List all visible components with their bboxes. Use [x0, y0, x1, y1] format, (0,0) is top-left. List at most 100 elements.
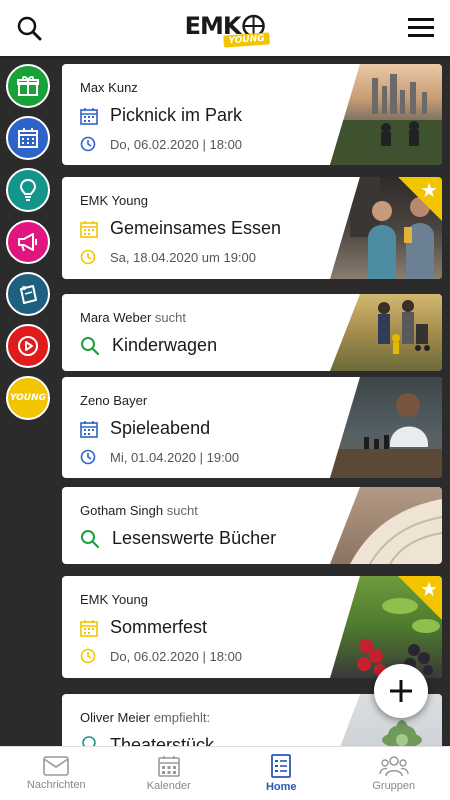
card-author: EMK Young	[80, 592, 332, 607]
logo-young-badge: YOUNG	[222, 32, 270, 48]
sidebar-idea-button[interactable]	[6, 168, 50, 212]
card-title: Theaterstück	[110, 735, 215, 746]
card-author: Mara Weber sucht	[80, 310, 332, 325]
card-author: Oliver Meier empfiehlt:	[80, 710, 332, 725]
nav-nachrichten[interactable]: Nachrichten	[0, 747, 113, 800]
calendar-icon	[80, 420, 98, 438]
search-icon	[81, 336, 100, 355]
card-text: EMK Young Gemeinsames Essen Sa, 18.04.20…	[80, 193, 332, 265]
clock-icon	[80, 136, 96, 152]
card-title: Picknick im Park	[110, 105, 243, 125]
nav-kalender[interactable]: Kalender	[113, 747, 226, 800]
feed-card-sommerfest[interactable]: ★ EMK Young Sommerfest Do, 06.02.2020 | …	[62, 576, 442, 678]
play-icon	[18, 336, 38, 356]
card-photo	[330, 487, 442, 564]
calendar-icon	[80, 619, 98, 637]
author-name: EMK Young	[80, 592, 148, 607]
sidebar-announce-button[interactable]	[6, 220, 50, 264]
park-photo-icon	[330, 74, 442, 165]
young-label: YOUNG	[9, 393, 47, 403]
author-verb: empfiehlt:	[153, 710, 211, 725]
lightbulb-icon	[19, 178, 37, 201]
book-photo-icon	[350, 499, 442, 564]
card-text: Gotham Singh sucht Lesenswerte Bücher	[80, 503, 332, 549]
note-icon	[20, 285, 37, 304]
lightbulb-icon	[82, 735, 96, 746]
sidebar-note-button[interactable]	[6, 272, 50, 316]
clock-icon	[80, 449, 96, 465]
search-icon	[17, 16, 42, 41]
card-date: Do, 06.02.2020 | 18:00	[110, 648, 243, 664]
card-text: Oliver Meier empfiehlt: Theaterstück	[80, 710, 332, 746]
card-author: Max Kunz	[80, 80, 332, 95]
home-list-icon	[271, 754, 292, 778]
calendar-icon	[80, 220, 98, 238]
card-title: Spieleabend	[110, 418, 211, 438]
menu-button[interactable]	[406, 13, 436, 43]
calendar-icon	[157, 756, 180, 777]
author-name: EMK Young	[80, 193, 148, 208]
card-title: Kinderwagen	[112, 335, 218, 355]
app-logo: EMK YOUNG	[185, 12, 270, 48]
nav-gruppen[interactable]: Gruppen	[338, 747, 450, 800]
author-name: Max Kunz	[80, 80, 138, 95]
app-header: EMK YOUNG	[0, 0, 450, 56]
author-name: Oliver Meier	[80, 710, 151, 725]
featured-ribbon: ★	[398, 177, 442, 221]
featured-ribbon: ★	[398, 576, 442, 620]
nav-home[interactable]: Home	[225, 747, 338, 800]
card-text: Zeno Bayer Spieleabend Mi, 01.04.2020 | …	[80, 393, 332, 465]
gift-icon	[17, 76, 39, 96]
sidebar-young-button[interactable]: YOUNG	[6, 376, 50, 420]
feed-card-picknick[interactable]: Max Kunz Picknick im Park Do, 06.02.2020…	[62, 64, 442, 165]
family-photo-icon	[378, 300, 430, 354]
card-text: Mara Weber sucht Kinderwagen	[80, 310, 332, 356]
sidebar-calendar-button[interactable]	[6, 116, 50, 160]
category-sidebar: YOUNG	[0, 56, 56, 746]
card-date: Do, 06.02.2020 | 18:00	[110, 136, 243, 152]
nav-label: Gruppen	[372, 780, 416, 792]
star-icon: ★	[420, 178, 438, 202]
calendar-icon	[80, 107, 98, 125]
add-post-button[interactable]	[374, 664, 428, 718]
search-icon	[81, 529, 100, 548]
mail-icon	[43, 756, 70, 776]
card-author: EMK Young	[80, 193, 332, 208]
card-date: Mi, 01.04.2020 | 19:00	[110, 449, 240, 465]
group-icon	[379, 756, 409, 777]
card-date: Sa, 18.04.2020 um 19:00	[110, 249, 257, 265]
feed-card-buecher[interactable]: Gotham Singh sucht Lesenswerte Bücher	[62, 487, 442, 564]
clock-icon	[80, 249, 96, 265]
bottom-navigation: Nachrichten Kalender Home Gruppen	[0, 746, 450, 800]
calendar-icon	[18, 128, 38, 148]
card-photo	[330, 64, 442, 165]
nav-label: Nachrichten	[26, 779, 86, 791]
sidebar-gift-button[interactable]	[6, 64, 50, 108]
clock-icon	[80, 648, 96, 664]
chess-photo-icon	[330, 393, 442, 478]
author-name: Mara Weber	[80, 310, 152, 325]
card-title: Sommerfest	[110, 617, 208, 637]
feed-card-essen[interactable]: ★ EMK Young Gemeinsames Essen Sa, 18.04.…	[62, 177, 442, 279]
author-verb: sucht	[166, 503, 198, 518]
star-icon: ★	[420, 577, 438, 601]
card-text: EMK Young Sommerfest Do, 06.02.2020 | 18…	[80, 592, 332, 664]
search-button[interactable]	[14, 13, 44, 43]
feed-card-kinderwagen[interactable]: Mara Weber sucht Kinderwagen	[62, 294, 442, 371]
card-title: Lesenswerte Bücher	[112, 528, 277, 548]
nav-label: Kalender	[146, 780, 191, 792]
card-title: Gemeinsames Essen	[110, 218, 282, 238]
megaphone-icon	[18, 233, 37, 252]
card-author: Zeno Bayer	[80, 393, 332, 408]
hamburger-menu-icon	[408, 18, 434, 37]
card-photo	[330, 377, 442, 478]
card-text: Max Kunz Picknick im Park Do, 06.02.2020…	[80, 80, 332, 152]
nav-label: Home	[265, 781, 297, 793]
feed-card-spieleabend[interactable]: Zeno Bayer Spieleabend Mi, 01.04.2020 | …	[62, 377, 442, 478]
card-photo	[330, 294, 442, 371]
author-name: Zeno Bayer	[80, 393, 148, 408]
card-author: Gotham Singh sucht	[80, 503, 332, 518]
sidebar-video-button[interactable]	[6, 324, 50, 368]
author-verb: sucht	[154, 310, 186, 325]
feed-list: Max Kunz Picknick im Park Do, 06.02.2020…	[56, 56, 450, 746]
